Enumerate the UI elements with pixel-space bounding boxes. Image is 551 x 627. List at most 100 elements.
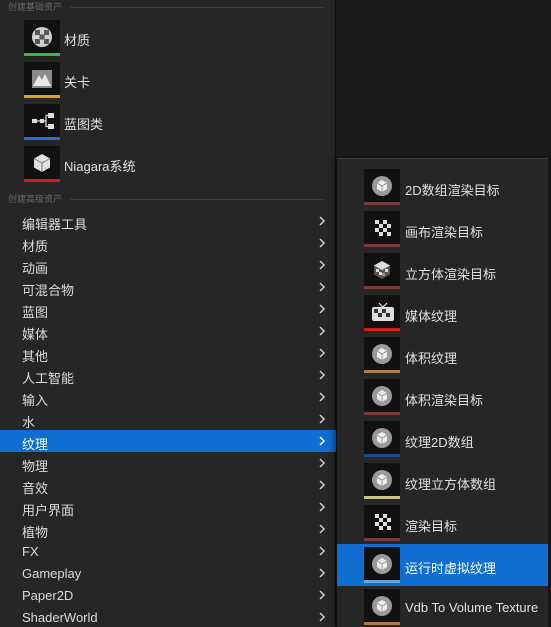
submenu-item-label: 媒体纹理	[405, 309, 458, 324]
category-label: ShaderWorld	[22, 610, 98, 625]
category-blueprint[interactable]: 蓝图	[0, 298, 336, 320]
asset-type-color-bar	[364, 286, 400, 289]
submenu-item-texture-2d-array[interactable]: 纹理2D数组	[337, 418, 548, 460]
chevron-right-icon	[319, 370, 326, 380]
chevron-right-icon	[319, 282, 326, 292]
category-input[interactable]: 输入	[0, 386, 336, 408]
submenu-item-label: 画布渲染目标	[405, 225, 484, 240]
cube-sphere-icon	[364, 421, 400, 457]
submenu-item-label: Vdb To Volume Texture	[405, 600, 539, 615]
basic-item-level[interactable]: 关卡	[22, 60, 322, 102]
basic-item-niagara-system[interactable]: Niagara系统	[22, 144, 322, 186]
category-label: 其他	[22, 349, 49, 364]
asset-type-color-bar	[364, 496, 400, 499]
asset-type-color-bar	[24, 95, 60, 98]
basic-item-label: 材质	[64, 33, 91, 48]
chevron-right-icon	[319, 590, 326, 600]
section-header-basic: 创建基础资产	[0, 0, 336, 14]
blueprint-graph-icon	[24, 104, 60, 140]
category-sounds[interactable]: 音效	[0, 474, 336, 496]
chevron-right-icon	[319, 304, 326, 314]
asset-type-color-bar	[364, 328, 400, 331]
category-foliage[interactable]: 植物	[0, 518, 336, 540]
category-label: 编辑器工具	[22, 217, 88, 232]
category-label: 物理	[22, 459, 49, 474]
category-physics[interactable]: 物理	[0, 452, 336, 474]
basic-item-material[interactable]: 材质	[22, 18, 322, 60]
chevron-right-icon	[319, 546, 326, 556]
material-sphere-icon	[24, 20, 60, 56]
category-water[interactable]: 水	[0, 408, 336, 430]
category-gameplay[interactable]: Gameplay	[0, 562, 336, 584]
section-header-advanced: 创建高级资产	[0, 192, 336, 206]
submenu-item-volume-render-target[interactable]: 体积渲染目标	[337, 376, 548, 418]
asset-type-color-bar	[364, 622, 400, 625]
category-texture[interactable]: 纹理	[0, 430, 336, 452]
chevron-right-icon	[319, 458, 326, 468]
cube-sphere-icon	[364, 463, 400, 499]
submenu-item-label: 纹理立方体数组	[405, 477, 497, 492]
chevron-right-icon	[319, 238, 326, 248]
asset-type-color-bar	[364, 538, 400, 541]
submenu-item-2d-array-render-target[interactable]: 2D数组渲染目标	[337, 166, 548, 208]
submenu-item-label: 立方体渲染目标	[405, 267, 497, 282]
category-fx[interactable]: FX	[0, 540, 336, 562]
tv-icon	[364, 295, 400, 331]
submenu-item-label: 体积渲染目标	[405, 393, 484, 408]
basic-item-blueprint-class[interactable]: 蓝图类	[22, 102, 322, 144]
asset-type-color-bar	[24, 53, 60, 56]
category-label: 人工智能	[22, 371, 75, 386]
submenu-item-label: 渲染目标	[405, 519, 458, 534]
asset-type-color-bar	[364, 580, 400, 583]
category-miscellaneous[interactable]: 其他	[0, 342, 336, 364]
submenu-item-canvas-render-target[interactable]: 画布渲染目标	[337, 208, 548, 250]
texture-submenu: 2D数组渲染目标 画布渲染目标 立方体渲染目标 媒体纹理 体积纹理 体积渲染目标…	[336, 158, 548, 627]
asset-type-color-bar	[364, 454, 400, 457]
category-label: 用户界面	[22, 503, 75, 518]
chevron-right-icon	[319, 348, 326, 358]
chevron-right-icon	[319, 524, 326, 534]
cube-checker-icon	[364, 253, 400, 289]
submenu-item-label: 运行时虚拟纹理	[405, 561, 497, 576]
niagara-system-icon	[24, 146, 60, 182]
category-paper2d[interactable]: Paper2D	[0, 584, 336, 606]
basic-item-label: 关卡	[64, 75, 91, 90]
checker-pattern-icon	[364, 211, 400, 247]
category-shaderworld[interactable]: ShaderWorld	[0, 606, 336, 627]
basic-item-label: Niagara系统	[64, 159, 136, 174]
category-artificial-intelligence[interactable]: 人工智能	[0, 364, 336, 386]
category-label: Gameplay	[22, 566, 82, 581]
category-label: 输入	[22, 393, 49, 408]
cube-sphere-icon	[364, 547, 400, 583]
submenu-item-render-target[interactable]: 渲染目标	[337, 502, 548, 544]
category-blendables[interactable]: 可混合物	[0, 276, 336, 298]
submenu-item-volume-texture[interactable]: 体积纹理	[337, 334, 548, 376]
asset-type-color-bar	[364, 244, 400, 247]
submenu-item-label: 2D数组渲染目标	[405, 183, 500, 198]
submenu-item-texture-cube-array[interactable]: 纹理立方体数组	[337, 460, 548, 502]
asset-type-color-bar	[364, 202, 400, 205]
category-label: 可混合物	[22, 283, 75, 298]
checker-pattern-icon	[364, 505, 400, 541]
category-label: 媒体	[22, 327, 49, 342]
submenu-item-vdb-to-volume-texture[interactable]: Vdb To Volume Texture	[337, 586, 548, 627]
category-label: 音效	[22, 481, 49, 496]
asset-type-color-bar	[24, 137, 60, 140]
asset-type-color-bar	[364, 412, 400, 415]
category-editor-tools[interactable]: 编辑器工具	[0, 210, 336, 232]
category-material[interactable]: 材质	[0, 232, 336, 254]
create-asset-menu: 创建基础资产 材质 关卡 蓝图类 Niagara系统 创建高级资产 编辑器工具 …	[0, 0, 336, 627]
category-label: 材质	[22, 239, 49, 254]
basic-item-label: 蓝图类	[64, 117, 104, 132]
category-user-interface[interactable]: 用户界面	[0, 496, 336, 518]
category-media[interactable]: 媒体	[0, 320, 336, 342]
submenu-item-media-texture[interactable]: 媒体纹理	[337, 292, 548, 334]
chevron-right-icon	[319, 326, 326, 336]
chevron-right-icon	[319, 612, 326, 622]
cube-sphere-icon	[364, 589, 400, 625]
category-animation[interactable]: 动画	[0, 254, 336, 276]
submenu-item-runtime-virtual-texture[interactable]: 运行时虚拟纹理	[337, 544, 548, 586]
category-label: FX	[22, 544, 39, 559]
submenu-item-cube-render-target[interactable]: 立方体渲染目标	[337, 250, 548, 292]
chevron-right-icon	[319, 436, 326, 446]
